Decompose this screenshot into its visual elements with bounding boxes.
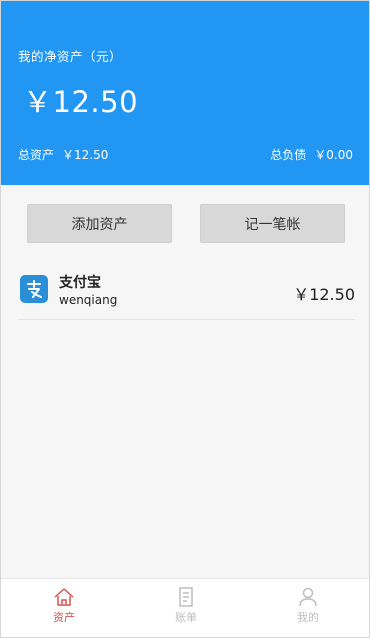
total-debts-label: 总负债 [270,148,307,162]
total-assets: 总资产 ￥12.50 [18,146,108,163]
total-assets-value: ￥12.50 [62,148,109,162]
total-debts: 总负债 ￥0.00 [270,146,353,163]
tab-mine-label: 我的 [297,611,319,624]
total-debts-value: ￥0.00 [314,148,353,162]
bottom-tab-bar: 资产 账单 我的 [1,578,369,637]
tab-bills-label: 账单 [175,611,197,624]
total-assets-label: 总资产 [18,148,55,162]
tab-assets[interactable]: 资产 [34,587,94,633]
tab-assets-label: 资产 [53,611,75,624]
net-assets-label: 我的净资产（元） [18,49,123,64]
tab-mine[interactable]: 我的 [278,587,338,633]
app-frame: 我的净资产（元） ￥12.50 总资产 ￥12.50 总负债 ￥0.00 添加资产 … [0,0,370,638]
account-amount: ￥12.50 [293,285,355,304]
net-assets-value: ￥12.50 [23,85,139,119]
account-row-alipay[interactable]: 支付宝 wenqiang ￥12.50 [17,261,355,320]
tab-bills[interactable]: 账单 [156,587,216,633]
home-icon [54,588,74,606]
account-user: wenqiang [59,293,118,307]
alipay-icon [20,275,48,303]
bill-icon [179,587,193,607]
add-asset-button[interactable]: 添加资产 [27,204,172,243]
net-assets-header: 我的净资产（元） ￥12.50 总资产 ￥12.50 总负债 ￥0.00 [1,1,369,185]
account-name: 支付宝 [59,275,101,291]
person-icon [299,587,317,607]
record-entry-button[interactable]: 记一笔帐 [200,204,345,243]
